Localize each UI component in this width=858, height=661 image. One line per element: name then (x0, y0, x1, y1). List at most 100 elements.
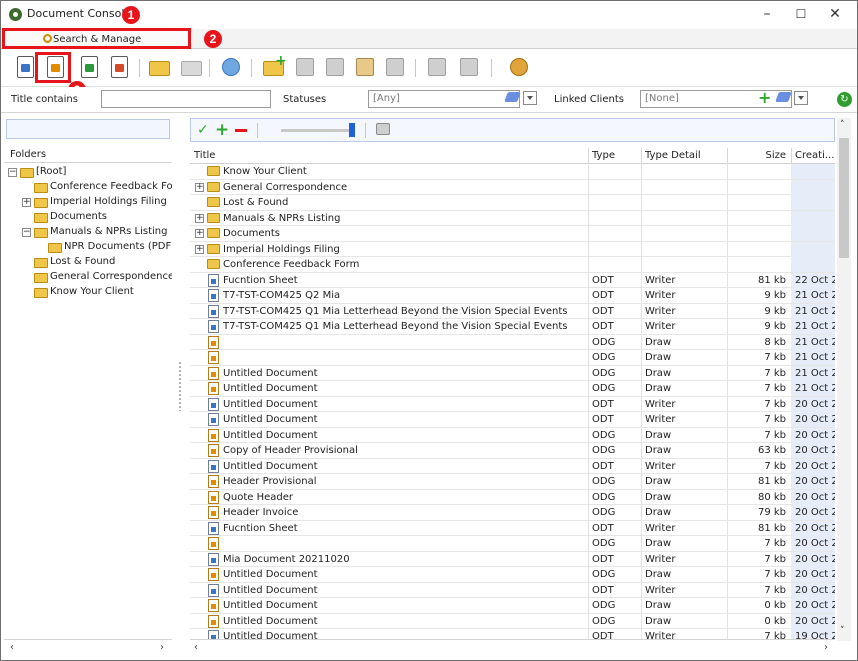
table-row[interactable]: Untitled Document ODT Writer 7 kb 20 Oct 20 (190, 582, 835, 598)
table-row[interactable]: Untitled Document ODG Draw 7 kb 20 Oct 20 (190, 567, 835, 583)
linked-clients-dropdown-button[interactable] (794, 91, 808, 105)
copy-button[interactable] (323, 55, 347, 79)
close-button[interactable]: ✕ (821, 5, 849, 23)
folder-tree-item[interactable]: General Correspondence (4, 270, 172, 285)
table-row[interactable]: T7-TST-COM425 Q1 Mia Letterhead Beyond t… (190, 319, 835, 335)
add-linked-client-icon[interactable]: + (758, 90, 771, 106)
column-header-type-detail[interactable]: Type Detail (645, 150, 701, 161)
table-row[interactable]: Untitled Document ODT Writer 7 kb 19 Oct 20 (190, 629, 835, 639)
folder-tree-item[interactable]: + Imperial Holdings Filing (4, 195, 172, 210)
folder-tree-item[interactable]: Conference Feedback Form (4, 180, 172, 195)
table-row[interactable]: + Imperial Holdings Filing (190, 241, 835, 257)
tab-search-manage[interactable]: Search & Manage (2, 28, 191, 49)
scroll-up-icon[interactable]: ˄ (840, 120, 845, 130)
table-row[interactable]: ODG Draw 8 kb 21 Oct 20 (190, 334, 835, 350)
table-row[interactable]: Header Invoice ODG Draw 79 kb 20 Oct 20 (190, 505, 835, 521)
folder-tree-item[interactable]: − Manuals & NPRs Listing (4, 225, 172, 240)
folder-tree-item[interactable]: − [Root] (4, 165, 172, 180)
scroll-down-icon[interactable]: ˅ (840, 626, 845, 636)
expand-icon[interactable]: + (22, 198, 31, 207)
table-row[interactable]: Conference Feedback Form (190, 257, 835, 273)
zoom-slider-track[interactable] (281, 129, 351, 132)
spreadsheet-document-icon (81, 56, 98, 78)
scroll-right-icon[interactable]: › (824, 642, 828, 653)
new-folder-button[interactable]: + (261, 53, 287, 79)
remove-icon[interactable] (235, 129, 247, 132)
statuses-dropdown-button[interactable] (523, 91, 537, 105)
column-header-type[interactable]: Type (592, 150, 615, 161)
folder-tree-item[interactable]: Know Your Client (4, 285, 172, 300)
folder-search-box[interactable] (6, 119, 170, 139)
settings-button[interactable] (507, 55, 531, 79)
table-row[interactable]: Untitled Document ODG Draw 0 kb 20 Oct 20 (190, 613, 835, 629)
table-row[interactable]: Header Provisional ODG Draw 81 kb 20 Oct 20 (190, 474, 835, 490)
documents-horizontal-scrollbar[interactable]: ‹ › (190, 639, 835, 656)
table-row[interactable]: ODG Draw 7 kb 20 Oct 20 (190, 536, 835, 552)
table-row[interactable]: Quote Header ODG Draw 80 kb 20 Oct 20 (190, 489, 835, 505)
new-writer-document-button[interactable] (13, 55, 37, 79)
collapse-icon[interactable]: − (8, 168, 17, 177)
table-row[interactable]: + Manuals & NPRs Listing (190, 210, 835, 226)
paste-button[interactable] (353, 55, 377, 79)
column-header-created[interactable]: Creati... (795, 150, 834, 161)
table-row[interactable]: T7-TST-COM425 Q1 Mia Letterhead Beyond t… (190, 303, 835, 319)
table-row[interactable]: T7-TST-COM425 Q2 Mia ODT Writer 9 kb 21 Oct … (190, 288, 835, 304)
folder-tree-item[interactable]: NPR Documents (PDF Fo (4, 240, 172, 255)
add-icon[interactable]: + (215, 120, 229, 140)
minimize-button[interactable]: – (753, 5, 781, 23)
folder-tree-item[interactable]: Documents (4, 210, 172, 225)
table-row[interactable]: Untitled Document ODT Writer 7 kb 20 Oct 20 (190, 458, 835, 474)
folder-tree-item[interactable]: Lost & Found (4, 255, 172, 270)
printer-icon[interactable] (376, 123, 390, 135)
expand-icon[interactable]: + (195, 229, 204, 238)
table-row[interactable]: Untitled Document ODG Draw 0 kb 20 Oct 20 (190, 598, 835, 614)
statuses-select[interactable]: [Any] (368, 90, 520, 108)
table-row[interactable]: Untitled Document ODG Draw 7 kb 21 Oct 20 (190, 381, 835, 397)
new-impress-document-button[interactable] (107, 55, 131, 79)
print-button[interactable] (457, 55, 481, 79)
cell-size: 7 kb (764, 429, 786, 441)
expand-icon[interactable]: + (195, 182, 204, 192)
column-header-size[interactable]: Size (731, 150, 786, 161)
column-divider (588, 598, 589, 613)
apply-filter-icon[interactable]: ↻ (837, 92, 852, 107)
collapse-icon[interactable]: − (22, 228, 31, 237)
table-row[interactable]: Fucntion Sheet ODT Writer 81 kb 22 Oct 20 (190, 272, 835, 288)
email-button[interactable] (425, 55, 449, 79)
export-folder-button[interactable] (179, 55, 203, 79)
expand-icon[interactable]: + (195, 213, 204, 223)
check-icon[interactable]: ✓ (197, 122, 209, 138)
open-folder-button[interactable] (147, 55, 171, 79)
rename-button[interactable] (293, 55, 317, 79)
new-calc-document-button[interactable] (77, 55, 101, 79)
properties-button[interactable] (383, 55, 407, 79)
table-row[interactable]: Fucntion Sheet ODT Writer 81 kb 20 Oct 20 (190, 520, 835, 536)
table-row[interactable]: Know Your Client (190, 164, 835, 180)
cell-type-detail: Draw (645, 507, 672, 518)
table-row[interactable]: ODG Draw 7 kb 21 Oct 20 (190, 350, 835, 366)
table-row[interactable]: Untitled Document ODG Draw 7 kb 20 Oct 20 (190, 427, 835, 443)
pane-splitter-handle[interactable] (176, 361, 184, 411)
column-header-title[interactable]: Title (194, 150, 215, 161)
table-row[interactable]: Lost & Found (190, 195, 835, 211)
vertical-scroll-thumb[interactable] (839, 138, 849, 258)
table-row[interactable]: Untitled Document ODG Draw 7 kb 21 Oct 20 (190, 365, 835, 381)
refresh-button[interactable] (219, 55, 243, 79)
maximize-button[interactable]: ☐ (787, 5, 815, 23)
cell-type: ODG (592, 569, 616, 580)
table-row[interactable]: Untitled Document ODT Writer 7 kb 20 Oct 20 (190, 412, 835, 428)
expand-icon[interactable]: + (195, 244, 204, 254)
zoom-slider-thumb[interactable] (349, 123, 355, 137)
table-row[interactable]: Untitled Document ODT Writer 7 kb 20 Oct 20 (190, 396, 835, 412)
scroll-left-icon[interactable]: ‹ (10, 642, 14, 653)
table-row[interactable]: Mia Document 20211020 ODT Writer 7 kb 20 Oct… (190, 551, 835, 567)
folders-horizontal-scrollbar[interactable]: ‹ › (4, 639, 172, 656)
title-contains-input[interactable] (101, 90, 271, 108)
documents-vertical-scrollbar[interactable]: ˄ ˅ (837, 118, 851, 641)
scroll-left-icon[interactable]: ‹ (194, 642, 198, 653)
scroll-right-icon[interactable]: › (160, 642, 164, 653)
table-row[interactable]: + General Correspondence (190, 179, 835, 195)
table-row[interactable]: + Documents (190, 226, 835, 242)
table-row[interactable]: Copy of Header Provisional ODG Draw 63 kb 20… (190, 443, 835, 459)
column-divider (727, 210, 728, 226)
